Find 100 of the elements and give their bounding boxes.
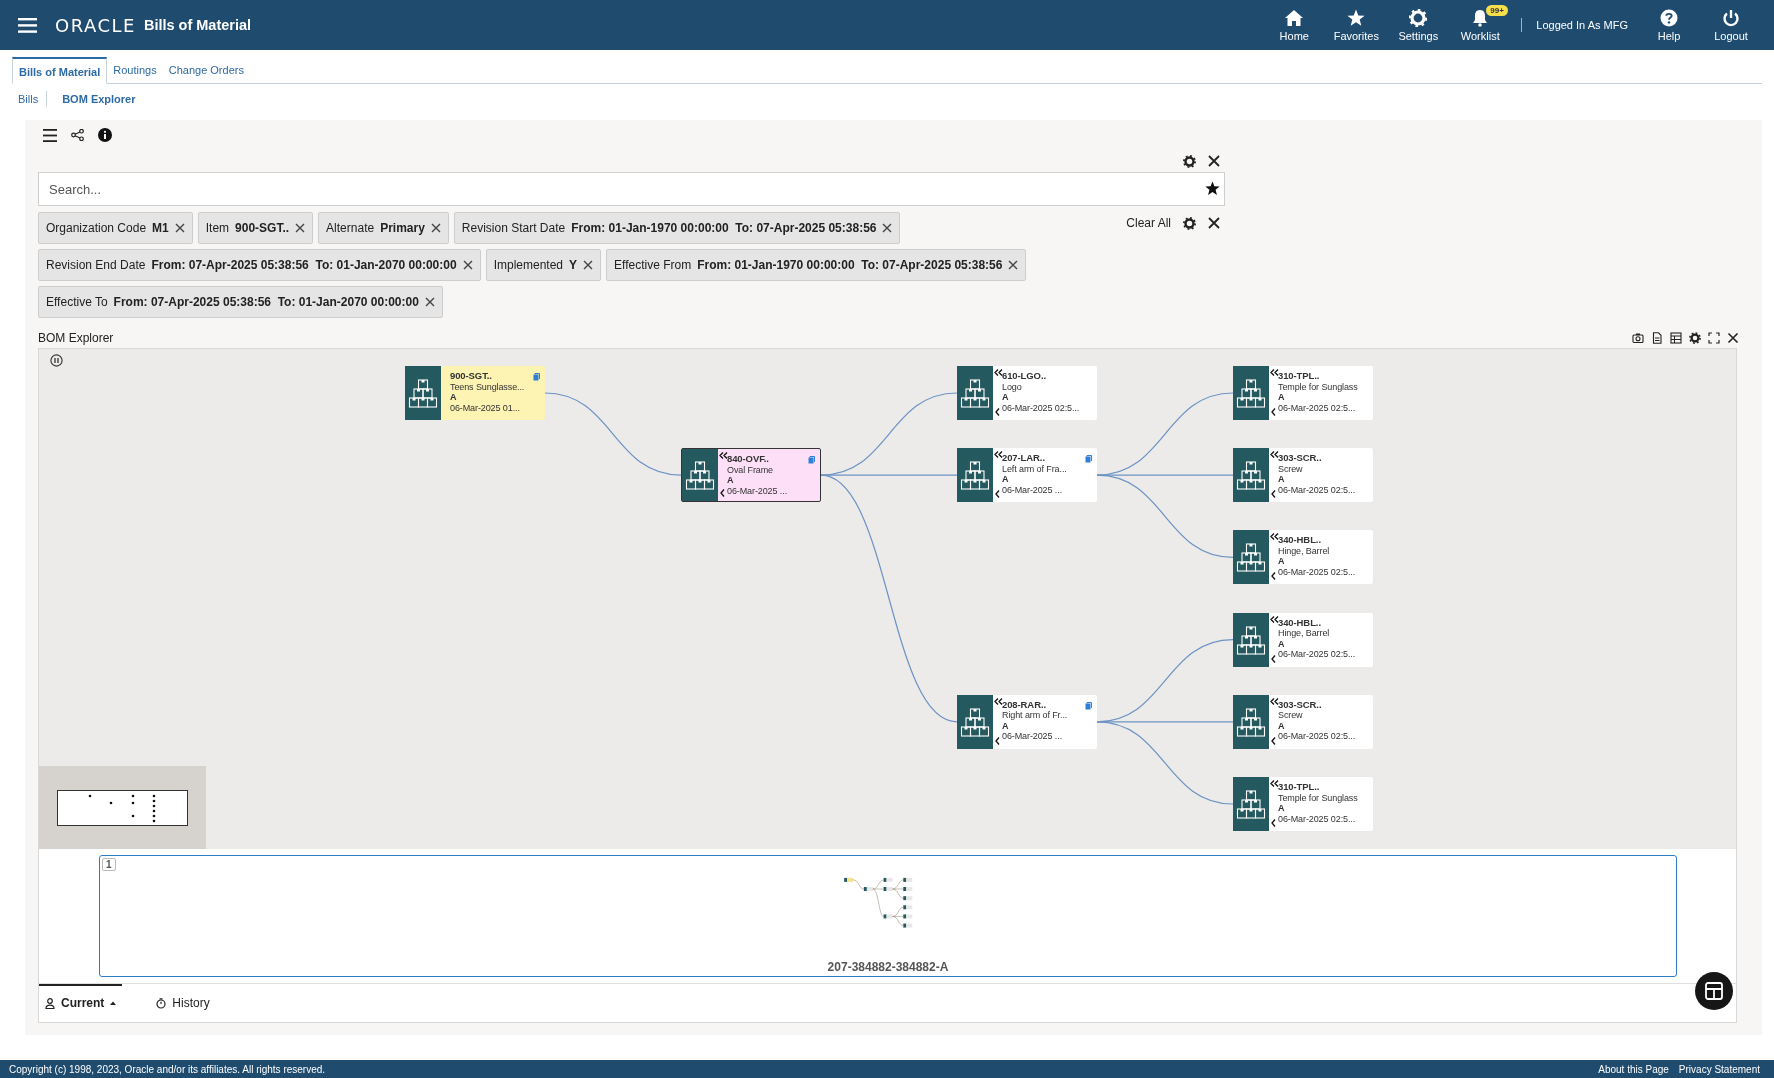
bom-node[interactable]: 207-LAR.. Left arm of Fra... A 06-Mar-2025 ...: [957, 448, 1097, 503]
double-chevron-icon[interactable]: [1270, 697, 1279, 705]
clear-all-link[interactable]: Clear All: [1126, 216, 1171, 230]
help-button[interactable]: Help: [1638, 8, 1700, 42]
chevron-icon[interactable]: [1271, 736, 1276, 745]
subtab-link[interactable]: Bills: [18, 93, 39, 105]
chevron-icon[interactable]: [995, 736, 1000, 745]
bom-node[interactable]: 310-TPL.. Temple for Sunglass A 06-Mar-2025 02:5...: [1233, 366, 1373, 420]
filter-label: Alternate: [326, 221, 375, 235]
favorites-button[interactable]: Favorites: [1325, 8, 1388, 42]
star-icon[interactable]: [1205, 181, 1220, 196]
pause-icon[interactable]: [50, 354, 63, 367]
chevron-icon[interactable]: [1271, 490, 1276, 499]
page-thumbnail[interactable]: 1 207-384882-384882-A: [99, 855, 1677, 977]
settings-icon[interactable]: [1689, 332, 1701, 344]
double-chevron-icon[interactable]: [994, 697, 1003, 705]
attachment-icon[interactable]: [533, 373, 540, 381]
boxes-icon: [1234, 460, 1268, 491]
attachment-icon[interactable]: [808, 456, 815, 465]
tab[interactable]: Change Orders: [162, 57, 250, 83]
attachment-icon[interactable]: [1085, 455, 1092, 464]
fullscreen-icon[interactable]: [1708, 332, 1720, 344]
item-code: 340-HBL..: [1278, 535, 1321, 546]
close-icon[interactable]: [174, 223, 185, 233]
search-field[interactable]: Search...: [38, 172, 1225, 206]
grid-button[interactable]: [1695, 972, 1733, 1010]
item-code: 310-TPL..: [1278, 371, 1320, 382]
chevron-icon[interactable]: [1271, 654, 1276, 663]
panel-tab[interactable]: History: [150, 984, 216, 1020]
bom-node[interactable]: 900-SGT.. Teens Sunglasse... A 06-Mar-2025 01...: [405, 366, 545, 420]
tab[interactable]: Routings: [107, 57, 163, 83]
double-chevron-icon[interactable]: [719, 452, 728, 460]
subtab-link[interactable]: BOM Explorer: [62, 93, 136, 105]
filter-label: Revision End Date: [46, 258, 146, 272]
bom-node[interactable]: 340-HBL.. Hinge, Barrel A 06-Mar-2025 02:5...: [1233, 530, 1373, 585]
star-icon: [1347, 8, 1366, 27]
footer-link[interactable]: Privacy Statement: [1678, 1063, 1760, 1075]
home-button[interactable]: Home: [1263, 8, 1326, 42]
double-chevron-icon[interactable]: [994, 369, 1003, 376]
close-icon[interactable]: [882, 223, 893, 233]
settings-icon[interactable]: [1183, 216, 1196, 230]
settings-icon[interactable]: [1183, 154, 1196, 168]
item-name: Hinge, Barrel: [1278, 628, 1330, 639]
double-chevron-icon[interactable]: [994, 451, 1003, 459]
logout-button[interactable]: Logout: [1700, 8, 1762, 42]
item-revision: A: [450, 392, 457, 403]
close-icon[interactable]: [1727, 332, 1739, 344]
menu-icon[interactable]: [43, 128, 57, 142]
app-title: Bills of Material: [143, 17, 252, 33]
double-chevron-icon[interactable]: [1270, 615, 1279, 623]
item-revision: A: [1278, 474, 1285, 485]
item-code: 900-SGT..: [450, 371, 492, 382]
footer-link[interactable]: About this Page: [1598, 1063, 1669, 1075]
item-name: Temple for Sunglass: [1278, 381, 1358, 392]
bom-node[interactable]: 208-RAR.. Right arm of Fr... A 06-Mar-2025 ...: [957, 694, 1097, 749]
person-icon: [45, 997, 55, 1009]
close-icon[interactable]: [1008, 260, 1019, 270]
chevron-icon[interactable]: [1271, 408, 1276, 416]
table-icon[interactable]: [1670, 332, 1682, 344]
chevron-icon[interactable]: [1271, 572, 1276, 581]
close-icon[interactable]: [583, 260, 594, 270]
bom-node[interactable]: 610-LGO.. Logo A 06-Mar-2025 02:5...: [957, 366, 1097, 420]
close-icon[interactable]: [1208, 217, 1220, 229]
bom-node[interactable]: 303-SCR.. Screw A 06-Mar-2025 02:5...: [1233, 448, 1373, 503]
chevron-icon[interactable]: [720, 489, 725, 498]
chevron-icon[interactable]: [995, 490, 1000, 499]
attachment-icon[interactable]: [1085, 701, 1092, 710]
chevron-icon[interactable]: [1271, 819, 1276, 827]
close-icon[interactable]: [462, 260, 473, 270]
settings-button[interactable]: Settings: [1387, 8, 1450, 42]
camera-icon[interactable]: [1632, 332, 1644, 344]
double-chevron-icon[interactable]: [1270, 780, 1279, 787]
share-icon[interactable]: [71, 129, 84, 141]
close-icon[interactable]: [1208, 155, 1220, 167]
item-name: Teens Sunglasse...: [450, 381, 525, 392]
page-number: 1: [102, 858, 116, 871]
menu-icon[interactable]: [18, 17, 37, 33]
section-title: BOM Explorer: [38, 331, 115, 345]
item-name: Oval Frame: [727, 464, 773, 476]
bom-node[interactable]: 340-HBL.. Hinge, Barrel A 06-Mar-2025 02:5...: [1233, 612, 1373, 667]
document-icon[interactable]: [1651, 332, 1663, 344]
filter-value: 900-SGT..: [235, 221, 290, 235]
tab[interactable]: Bills of Material: [12, 57, 108, 84]
bom-node[interactable]: 310-TPL.. Temple for Sunglass A 06-Mar-2025 02:5...: [1233, 777, 1373, 831]
double-chevron-icon[interactable]: [1270, 533, 1279, 541]
bom-node[interactable]: 840-OVF.. Oval Frame A 06-Mar-2025 ...: [681, 448, 821, 503]
panel-tab[interactable]: Current: [39, 984, 123, 1020]
close-icon[interactable]: [424, 297, 435, 307]
chevron-icon[interactable]: [995, 408, 1000, 416]
double-chevron-icon[interactable]: [1270, 369, 1279, 376]
item-code: 303-SCR..: [1278, 699, 1322, 711]
item-revision: A: [1278, 392, 1285, 403]
item-revision: A: [1278, 720, 1285, 732]
double-chevron-icon[interactable]: [1270, 451, 1279, 459]
copyright-text: Copyright (c) 1998, 2023, Oracle and/or its affiliates. All rights reserved.: [9, 1063, 326, 1075]
info-icon[interactable]: [98, 128, 112, 142]
close-icon[interactable]: [430, 223, 441, 233]
overview-drawing[interactable]: [57, 789, 188, 826]
bom-node[interactable]: 303-SCR.. Screw A 06-Mar-2025 02:5...: [1233, 694, 1373, 749]
close-icon[interactable]: [295, 223, 306, 233]
